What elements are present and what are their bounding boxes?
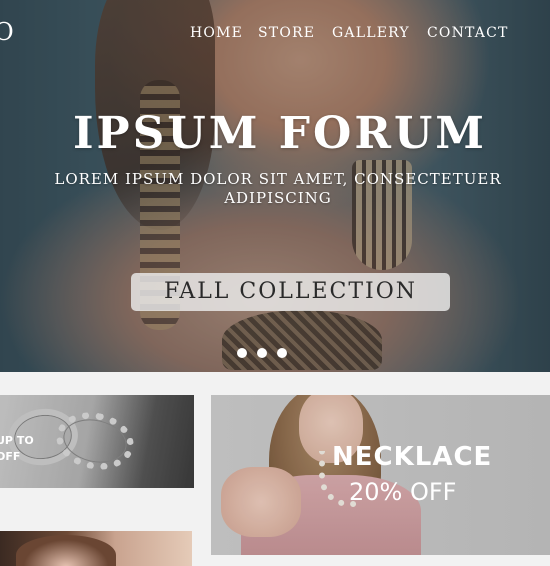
hero-banner: O HOME STORE GALLERY CONTACT IPSUM FORUM… [0,0,550,372]
rings-promo-label: UP TO OFF [0,433,34,465]
carousel-dot[interactable] [237,348,247,358]
promo-card-necklace[interactable]: NECKLACE 20% OFF [211,395,550,555]
necklace-promo-title: NECKLACE [332,442,493,472]
hero-subtitle: LOREM IPSUM DOLOR SIT AMET, CONSECTETUER… [54,170,502,207]
nav-item-home[interactable]: HOME [190,25,243,41]
site-logo[interactable]: O [0,18,14,46]
promo-card-portrait[interactable] [0,531,192,566]
hero-title: IPSUM FORUM [72,108,488,159]
carousel-dot[interactable] [257,348,267,358]
carousel-dot[interactable] [277,348,287,358]
nav-item-contact[interactable]: CONTACT [427,25,509,41]
portrait-image [16,535,116,566]
nav-item-store[interactable]: STORE [258,25,315,41]
fall-collection-button[interactable]: FALL COLLECTION [131,273,450,311]
carousel-dots [237,348,287,358]
nav-item-gallery[interactable]: GALLERY [332,25,410,41]
promo-card-rings[interactable]: UP TO OFF [0,395,194,488]
necklace-promo-offer: 20% OFF [349,478,457,506]
rings-label-text: UP TO OFF [0,434,34,463]
